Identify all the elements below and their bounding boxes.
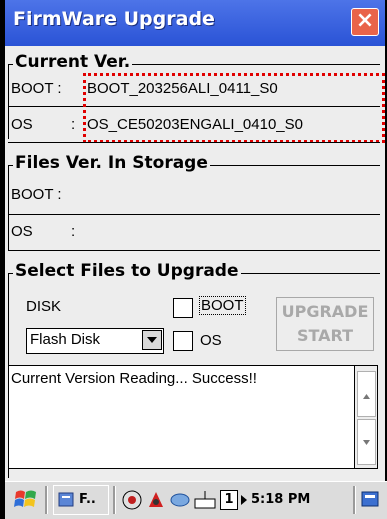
desktop-icon[interactable]: [359, 489, 381, 511]
boot-checkbox-label[interactable]: BOOT: [199, 296, 246, 315]
chevron-down-icon[interactable]: [142, 330, 162, 350]
arrow-up-icon: [363, 394, 370, 399]
os-checkbox[interactable]: [173, 331, 193, 351]
upgrade-start-button[interactable]: UPGRADE START: [276, 297, 374, 351]
start-windows-icon[interactable]: [13, 487, 39, 513]
input-indicator[interactable]: 1: [220, 490, 238, 510]
current-ver-title: Current Ver.: [13, 52, 133, 72]
log-scrollbar[interactable]: [354, 366, 377, 468]
current-os-colon: :: [71, 116, 76, 133]
storage-title: Files Ver. In Storage: [13, 153, 210, 173]
taskbar-app-label: F..: [79, 492, 96, 507]
disk-dropdown[interactable]: Flash Disk: [26, 328, 164, 354]
taskbar: F.. 1 5:18 PM: [5, 481, 387, 519]
clock[interactable]: 5:18 PM: [251, 492, 310, 507]
window-title: FirmWare Upgrade: [13, 8, 215, 30]
power-icon[interactable]: [145, 489, 167, 511]
arrow-down-icon: [363, 440, 370, 445]
storage-os-label: OS: [11, 223, 33, 240]
storage-boot-label: BOOT :: [11, 186, 62, 203]
current-os-label: OS: [11, 116, 33, 133]
select-files-title: Select Files to Upgrade: [13, 261, 241, 281]
title-bar: FirmWare Upgrade ×: [5, 0, 385, 46]
current-boot-label: BOOT :: [11, 80, 62, 97]
close-button[interactable]: ×: [351, 8, 379, 36]
upgrade-button-line1: UPGRADE: [281, 302, 369, 321]
taskbar-app-button[interactable]: F..: [53, 485, 109, 515]
boot-checkbox[interactable]: [173, 298, 193, 318]
upgrade-button-line2: START: [296, 326, 354, 345]
os-checkbox-label[interactable]: OS: [200, 332, 222, 349]
disk-label: DISK: [26, 298, 62, 315]
arrow-right-icon: [241, 495, 247, 505]
keyboard-icon[interactable]: [193, 489, 217, 511]
disk-dropdown-value: Flash Disk: [30, 331, 101, 348]
status-log: Current Version Reading... Success!!: [8, 365, 378, 469]
connection-icon[interactable]: [169, 489, 191, 511]
status-message: Current Version Reading... Success!!: [11, 370, 257, 387]
app-icon: [58, 492, 74, 507]
network-icon[interactable]: [121, 489, 143, 511]
highlight-box: [83, 73, 385, 143]
scroll-up-button[interactable]: [357, 371, 376, 417]
scroll-down-button[interactable]: [357, 419, 376, 465]
firmware-upgrade-window: FirmWare Upgrade × Current Ver. BOOT : B…: [5, 0, 385, 518]
storage-os-colon: :: [71, 223, 76, 240]
